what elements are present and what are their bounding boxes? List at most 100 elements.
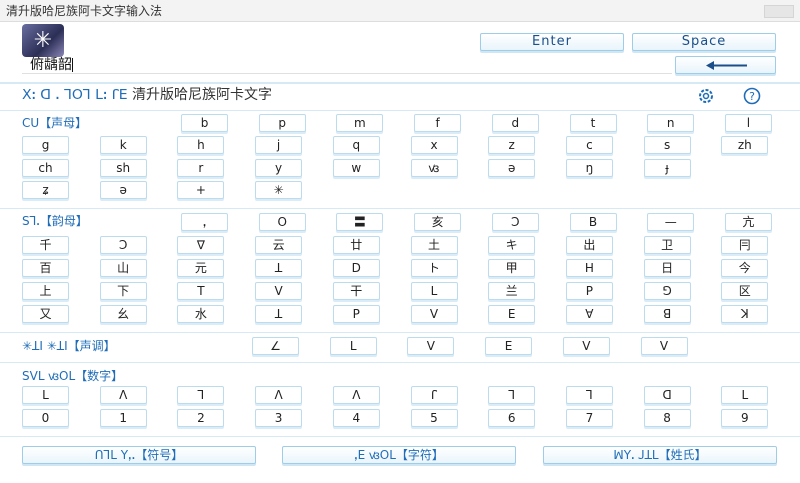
number-symbol-key[interactable]: ꓶ	[565, 386, 613, 404]
vowel-key[interactable]: 山	[99, 259, 147, 277]
consonant-key[interactable]: f	[414, 114, 462, 132]
number-symbol-key[interactable]: ꓶ	[488, 386, 536, 404]
consonant-key[interactable]: zh	[721, 136, 769, 154]
consonant-key[interactable]: t	[569, 114, 617, 132]
number-symbol-key[interactable]: ꓩ	[410, 386, 458, 404]
enter-button[interactable]: Enter	[480, 33, 624, 51]
consonant-key[interactable]: y	[255, 159, 303, 177]
consonant-key[interactable]: sh	[99, 159, 147, 177]
vowel-key[interactable]: ꓔ	[177, 282, 225, 300]
consonant-key[interactable]: +	[177, 181, 225, 199]
vowel-key[interactable]: ꓨ	[643, 282, 691, 300]
vowel-key[interactable]: ꓓ	[332, 259, 380, 277]
vowel-key[interactable]: ꓰ	[488, 305, 536, 323]
vowel-key[interactable]: 出	[565, 236, 613, 254]
backspace-button[interactable]	[675, 56, 776, 74]
vowel-key[interactable]: 幺	[99, 305, 147, 323]
vowel-key[interactable]: ꓑ	[565, 282, 613, 300]
consonant-key[interactable]: ch	[22, 159, 69, 177]
number-symbol-key[interactable]: ꓡ	[22, 386, 69, 404]
number-symbol-key[interactable]: ꓥ	[255, 386, 303, 404]
tone-key[interactable]: ∠	[252, 337, 299, 355]
digit-key[interactable]: 4	[332, 409, 380, 427]
vowel-key[interactable]: ꓭ	[643, 305, 691, 323]
vowel-key[interactable]: キ	[488, 236, 536, 254]
vowel-key[interactable]: ꓑ	[332, 305, 380, 323]
vowel-key[interactable]: 又	[22, 305, 69, 323]
consonant-key[interactable]: w	[332, 159, 380, 177]
space-button[interactable]: Space	[632, 33, 776, 51]
consonant-key[interactable]: ✳	[255, 181, 303, 199]
digit-key[interactable]: 0	[22, 409, 69, 427]
vowel-key[interactable]: ꓕ	[255, 305, 303, 323]
number-symbol-key[interactable]: ꓶ	[177, 386, 225, 404]
help-icon[interactable]: ?	[741, 87, 763, 105]
consonant-key[interactable]: b	[181, 114, 228, 132]
vowel-key[interactable]: ꓛ	[491, 213, 539, 231]
consonant-key[interactable]: c	[565, 136, 613, 154]
vowel-key[interactable]: 〓	[336, 213, 384, 231]
consonant-key[interactable]: ə	[99, 181, 147, 199]
digit-key[interactable]: 6	[488, 409, 536, 427]
vowel-key[interactable]: 今	[721, 259, 769, 277]
vowel-key[interactable]: ꓳ	[258, 213, 306, 231]
consonant-key[interactable]: n	[647, 114, 695, 132]
vowel-key[interactable]: 元	[177, 259, 225, 277]
vowel-key[interactable]: V	[410, 305, 458, 323]
vowel-key[interactable]: ꓯ	[565, 305, 613, 323]
consonant-key[interactable]: ŋ	[565, 159, 613, 177]
consonant-key[interactable]: ɟ	[643, 159, 691, 177]
gear-icon[interactable]	[695, 87, 717, 105]
vowel-key[interactable]: 冃	[721, 236, 769, 254]
vowel-key[interactable]: ꓧ	[565, 259, 613, 277]
consonant-key[interactable]: k	[99, 136, 147, 154]
digit-key[interactable]: 7	[565, 409, 613, 427]
vowel-key[interactable]: 土	[410, 236, 458, 254]
consonant-key[interactable]: ʑ	[22, 181, 69, 199]
consonant-key[interactable]: q	[332, 136, 380, 154]
vowel-key[interactable]: ト	[410, 259, 458, 277]
vowel-key[interactable]: ꓹ	[181, 213, 228, 231]
vowel-key[interactable]: ꓦ	[255, 282, 303, 300]
vowel-key[interactable]: ꓛ	[99, 236, 147, 254]
tone-key[interactable]: ꓦ	[640, 337, 688, 355]
consonant-key[interactable]: g	[22, 136, 69, 154]
characters-button[interactable]: ꓹꓰ ꟃꓳꓡ【字符】	[282, 446, 516, 464]
composition-input[interactable]: 俯龋韶	[22, 57, 672, 74]
digit-key[interactable]: 5	[410, 409, 458, 427]
vowel-key[interactable]: ꓐ	[569, 213, 617, 231]
consonant-key[interactable]: p	[258, 114, 306, 132]
tone-key[interactable]: ꓦ	[562, 337, 610, 355]
number-symbol-key[interactable]: ꓥ	[332, 386, 380, 404]
consonant-key[interactable]: j	[255, 136, 303, 154]
vowel-key[interactable]: 兰	[488, 282, 536, 300]
consonant-key[interactable]: h	[177, 136, 225, 154]
consonant-key[interactable]: x	[410, 136, 458, 154]
vowel-key[interactable]: ꓕ	[255, 259, 303, 277]
consonant-key[interactable]: m	[336, 114, 384, 132]
vowel-key[interactable]: 千	[22, 236, 69, 254]
number-symbol-key[interactable]: ꓥ	[99, 386, 147, 404]
consonant-key[interactable]: ə	[488, 159, 536, 177]
number-symbol-key[interactable]: ꓷ	[643, 386, 691, 404]
vowel-key[interactable]: 卫	[643, 236, 691, 254]
symbols-button[interactable]: ꓵꓶꓡ ꓬꓹꓸ【符号】	[22, 446, 256, 464]
vowel-key[interactable]: 甲	[488, 259, 536, 277]
consonant-key[interactable]: l	[724, 114, 772, 132]
consonant-key[interactable]: d	[491, 114, 539, 132]
vowel-key[interactable]: 下	[99, 282, 147, 300]
close-button[interactable]	[764, 5, 794, 18]
vowel-key[interactable]: 干	[332, 282, 380, 300]
vowel-key[interactable]: 亢	[724, 213, 772, 231]
vowel-key[interactable]: 廿	[332, 236, 380, 254]
consonant-key[interactable]: r	[177, 159, 225, 177]
digit-key[interactable]: 8	[643, 409, 691, 427]
vowel-key[interactable]: 区	[721, 282, 769, 300]
vowel-key[interactable]: 上	[22, 282, 69, 300]
consonant-key[interactable]: ꟃ	[410, 159, 458, 177]
consonant-key[interactable]: z	[488, 136, 536, 154]
number-symbol-key[interactable]: ꓡ	[721, 386, 769, 404]
vowel-key[interactable]: 百	[22, 259, 69, 277]
vowel-key[interactable]: 水	[177, 305, 225, 323]
tone-key[interactable]: L	[329, 337, 377, 355]
